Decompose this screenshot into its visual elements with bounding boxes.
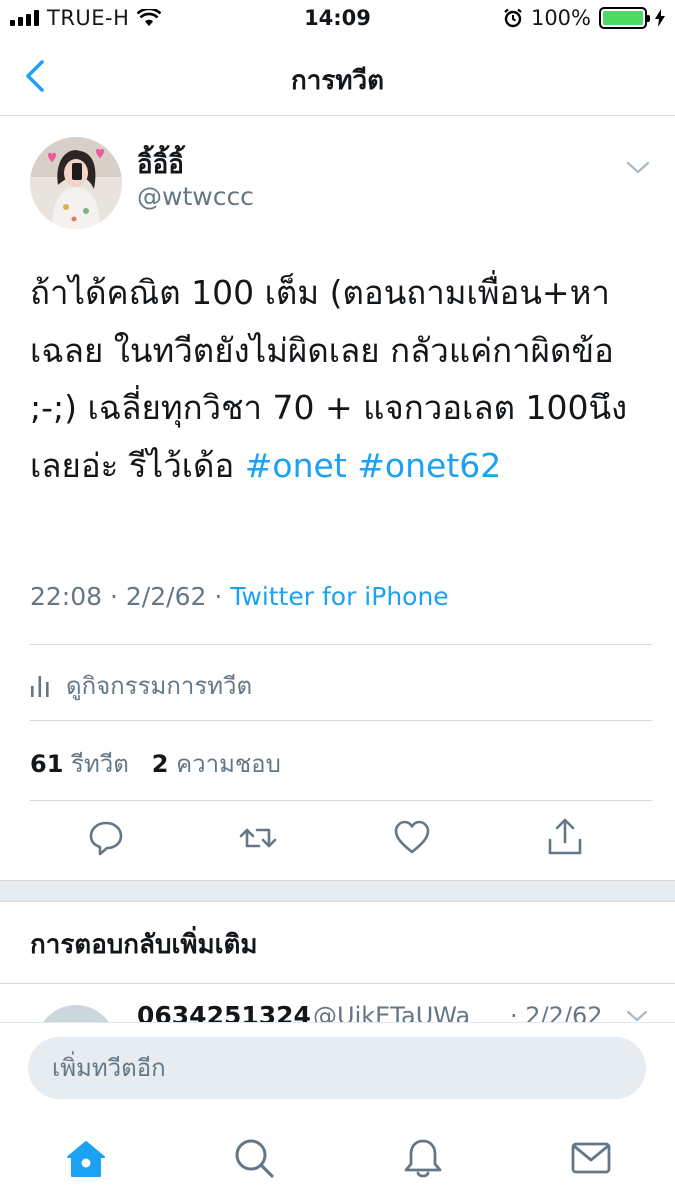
tweet-meta: 22:08 · 2/2/62 · Twitter for iPhone xyxy=(30,582,449,611)
hashtag-link[interactable]: #onet62 xyxy=(357,446,501,485)
alarm-icon xyxy=(504,8,522,28)
home-icon[interactable] xyxy=(64,1136,108,1180)
chevron-down-icon[interactable] xyxy=(626,160,650,176)
tweet-source-link[interactable]: Twitter for iPhone xyxy=(230,582,448,611)
nav-bar: การทวีต xyxy=(0,40,675,116)
divider xyxy=(30,720,652,721)
compose-bar: เพิ่มทวีตอีก xyxy=(0,1022,675,1116)
reply-display-name[interactable]: 0634251324 xyxy=(137,1001,311,1023)
battery-fill xyxy=(603,11,643,25)
divider xyxy=(30,800,652,801)
reply-date: · 2/2/62 xyxy=(510,1002,603,1023)
meta-separator: · xyxy=(214,582,223,611)
charging-icon xyxy=(655,9,665,27)
battery-percent: 100% xyxy=(530,6,591,30)
section-separator xyxy=(0,880,675,902)
retweet-icon[interactable] xyxy=(238,816,278,860)
tweet-stats: 61 รีทวีต 2 ความชอบ xyxy=(30,744,281,783)
reply-item[interactable]: 0634251324 @UjkETaUWa · 2/2/62 xyxy=(0,985,675,1023)
notifications-icon[interactable] xyxy=(401,1136,445,1180)
divider xyxy=(0,983,675,984)
status-right: 100% xyxy=(503,6,665,30)
more-replies-heading: การตอบกลับเพิ่มเติม xyxy=(30,930,258,960)
retweets-stat[interactable]: 61 รีทวีต xyxy=(30,750,129,778)
retweets-count: 61 xyxy=(30,750,64,778)
page-title: การทวีต xyxy=(291,66,384,96)
display-name[interactable]: อิ้อิ้อิ้ xyxy=(137,144,184,185)
messages-icon[interactable] xyxy=(569,1136,613,1180)
search-icon[interactable] xyxy=(232,1136,276,1180)
add-tweet-input[interactable]: เพิ่มทวีตอีก xyxy=(28,1037,646,1099)
reply-icon[interactable] xyxy=(86,816,126,860)
likes-count: 2 xyxy=(151,750,169,778)
battery-icon xyxy=(599,7,650,29)
tweet-date: 2/2/62 xyxy=(125,582,207,611)
status-bar: TRUE-H 14:09 100% xyxy=(0,0,675,40)
divider xyxy=(30,644,652,645)
retweets-label: รีทวีต xyxy=(71,750,129,778)
action-bar xyxy=(0,816,675,864)
meta-separator: · xyxy=(110,582,118,611)
tweet-activity-link[interactable]: ดูกิจกรรมการทวีต xyxy=(30,666,252,705)
avatar-image xyxy=(30,137,122,229)
likes-label: ความชอบ xyxy=(176,750,281,778)
share-icon[interactable] xyxy=(545,816,585,860)
reply-username[interactable]: @UjkETaUWa xyxy=(313,1002,470,1023)
likes-stat[interactable]: 2 ความชอบ xyxy=(152,750,281,778)
like-icon[interactable] xyxy=(392,816,432,860)
hashtag-link[interactable]: #onet xyxy=(245,446,347,485)
activity-label: ดูกิจกรรมการทวีต xyxy=(66,672,253,700)
username[interactable]: @wtwccc xyxy=(137,182,254,211)
bar-chart-icon xyxy=(31,675,49,697)
tab-bar xyxy=(0,1118,675,1200)
tweet-time: 22:08 xyxy=(30,582,103,611)
reply-avatar[interactable] xyxy=(36,1005,116,1023)
chevron-down-icon[interactable] xyxy=(626,1009,648,1023)
tweet-text: ถ้าได้คณิต 100 เต็ม (ตอนถามเพื่อน+หาเฉลย… xyxy=(30,264,655,494)
avatar[interactable] xyxy=(30,137,122,229)
